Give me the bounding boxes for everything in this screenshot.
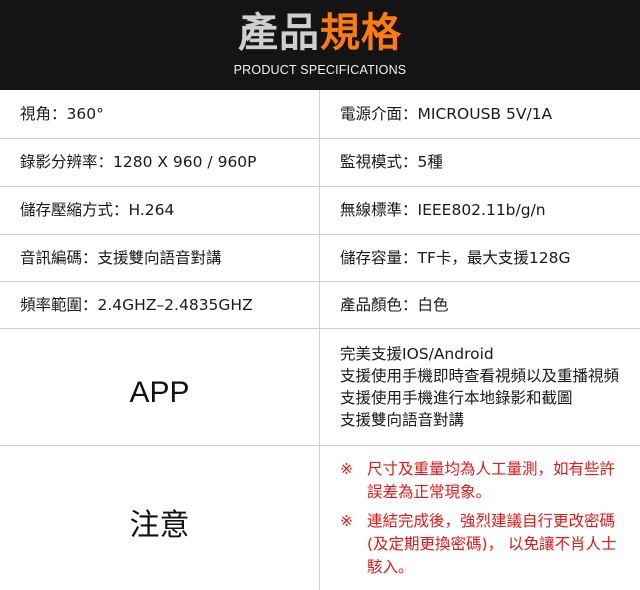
page-title: 產品規格: [0, 8, 640, 58]
spec-frequency: 頻率範圍：2.4GHZ–2.4835GHZ: [20, 296, 253, 314]
note-mark: ※: [340, 512, 353, 530]
title-part-1: 產品: [238, 10, 320, 56]
row-divider: [0, 445, 640, 446]
app-feature-line: 支援使用手機即時查看視頻以及重播視頻: [340, 367, 620, 385]
spec-power-port: 電源介面：MICROUSB 5V/1A: [340, 105, 553, 123]
app-features: 完美支援IOS/Android 支援使用手機即時查看視頻以及重播視頻 支援使用手…: [340, 343, 619, 431]
column-divider: [319, 90, 320, 590]
spec-resolution: 錄影分辨率：1280 X 960 / 960P: [20, 153, 257, 171]
spec-storage: 儲存容量：TF卡，最大支援128G: [340, 249, 571, 267]
row-divider: [0, 328, 640, 329]
note-mark: ※: [340, 460, 353, 478]
note-line: 連結完成後，強烈建議自行更改密碼: [367, 512, 616, 530]
note-line: 尺寸及重量均為人工量測，如有些許: [367, 460, 616, 478]
note-line: 誤差為正常現象。: [367, 483, 492, 501]
title-part-2: 規格: [320, 10, 402, 56]
row-divider: [0, 138, 640, 139]
spec-compression: 儲存壓縮方式：H.264: [20, 201, 175, 219]
app-label: APP: [129, 376, 190, 409]
note-line: (及定期更換密碼)， 以免讓不肖人士: [367, 535, 617, 553]
row-divider: [0, 281, 640, 282]
notes-label: 注意: [129, 509, 190, 542]
app-feature-line: 支援使用手機進行本地錄影和截圖: [340, 389, 573, 407]
spec-monitor-modes: 監視模式：5種: [340, 153, 443, 171]
row-divider: [0, 186, 640, 187]
app-feature-line: 完美支援IOS/Android: [340, 345, 494, 363]
row-divider: [0, 234, 640, 235]
spec-wireless: 無線標準：IEEE802.11b/g/n: [340, 201, 546, 219]
spec-view-angle: 視角：360°: [20, 105, 104, 123]
app-feature-line: 支援雙向語音對講: [340, 411, 465, 429]
spec-color: 產品顏色：白色: [340, 296, 449, 314]
header-banner: 產品規格 PRODUCT SPECIFICATIONS: [0, 0, 640, 90]
page-subtitle: PRODUCT SPECIFICATIONS: [233, 63, 407, 77]
spec-audio: 音訊編碼：支援雙向語音對講: [20, 249, 222, 267]
note-line: 駭入。: [367, 558, 414, 576]
